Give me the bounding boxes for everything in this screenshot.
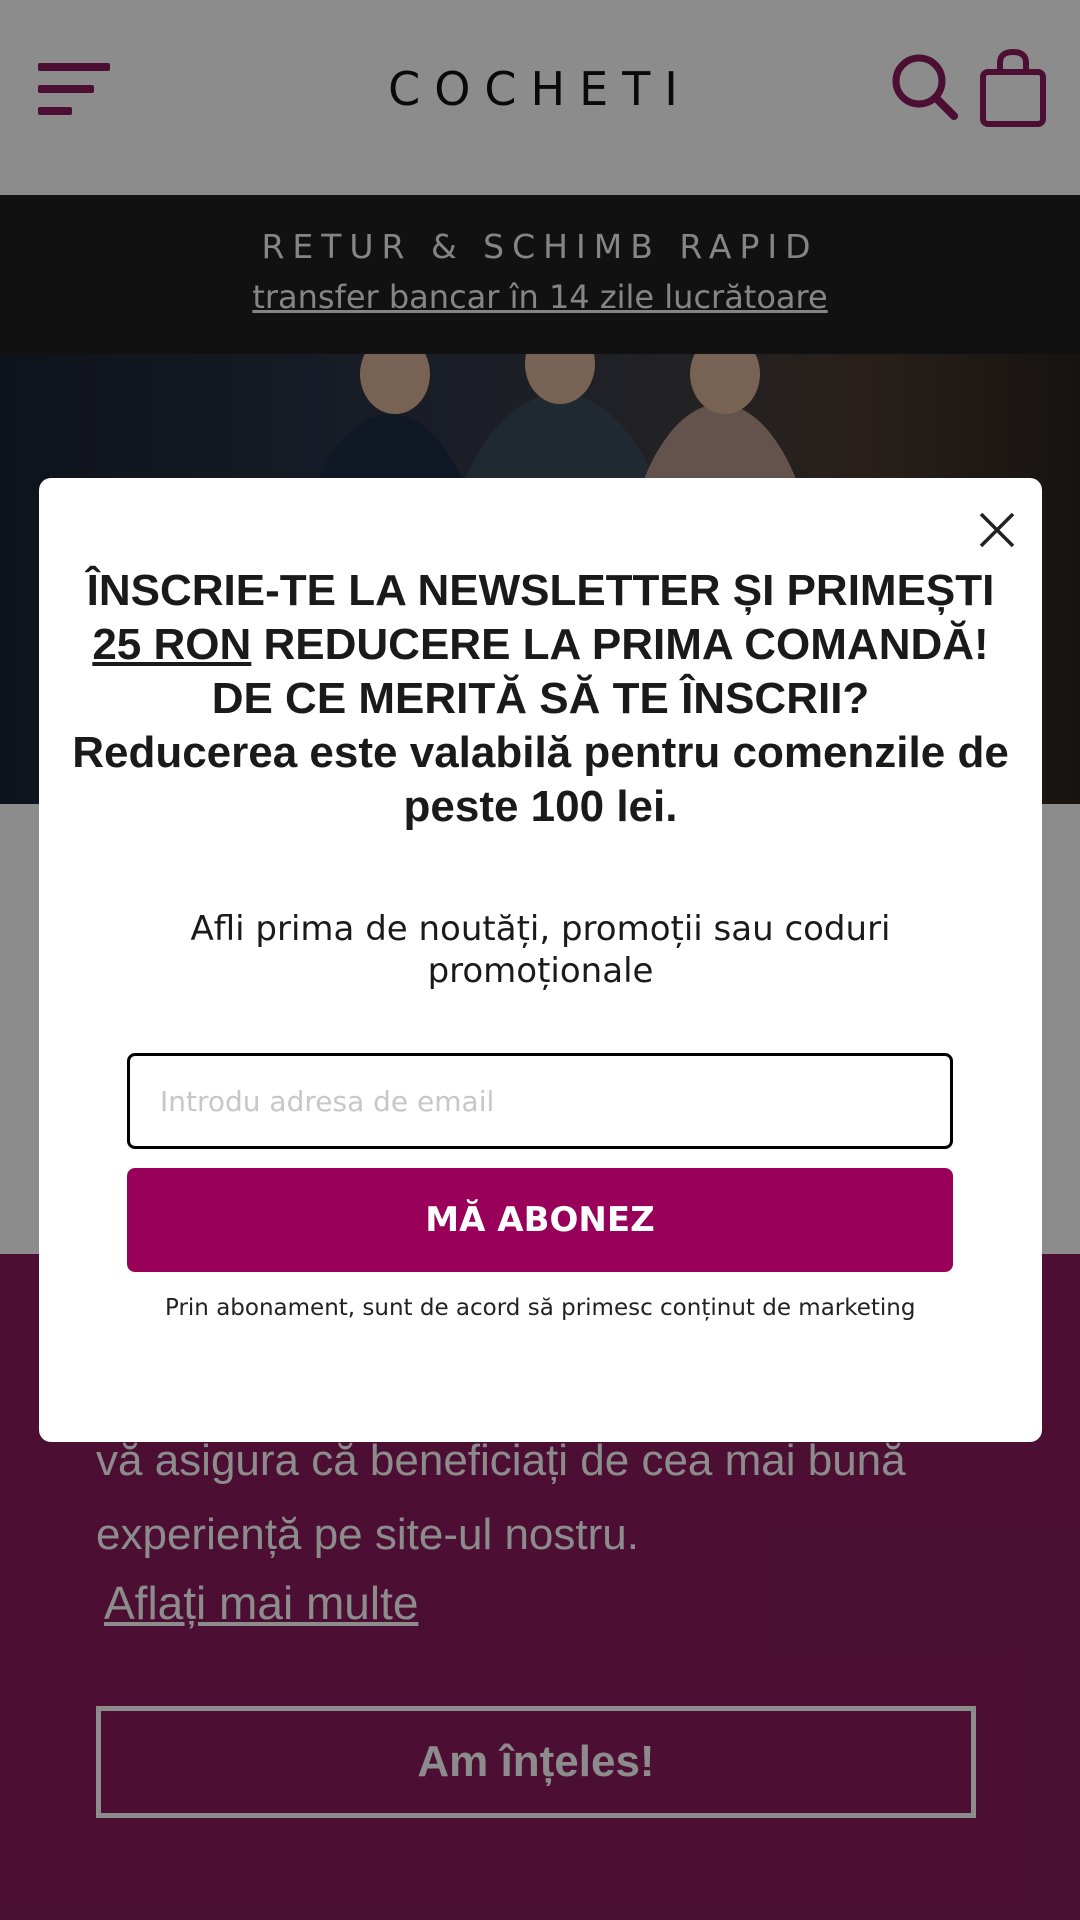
heading-condition: Reducerea este valabilă pentru comenzile…	[72, 728, 1009, 831]
modal-heading: ÎNSCRIE-TE LA NEWSLETTER ȘI PRIMEȘTI 25 …	[59, 564, 1022, 834]
close-icon[interactable]	[975, 508, 1019, 552]
subscribe-button[interactable]: MĂ ABONEZ	[127, 1168, 953, 1272]
modal-subtext: Afli prima de noutăți, promoții sau codu…	[190, 909, 891, 991]
email-field[interactable]	[127, 1053, 953, 1149]
consent-text: Prin abonament, sunt de acord să primesc…	[165, 1295, 916, 1321]
discount-amount: 25 RON	[92, 620, 252, 669]
heading-text: ÎNSCRIE-TE LA NEWSLETTER ȘI PRIMEȘTI	[86, 566, 995, 615]
heading-text: REDUCERE LA PRIMA COMANDĂ!	[251, 620, 989, 669]
newsletter-modal: ÎNSCRIE-TE LA NEWSLETTER ȘI PRIMEȘTI 25 …	[39, 478, 1042, 1442]
heading-question: DE CE MERITĂ SĂ TE ÎNSCRII?	[211, 674, 870, 723]
